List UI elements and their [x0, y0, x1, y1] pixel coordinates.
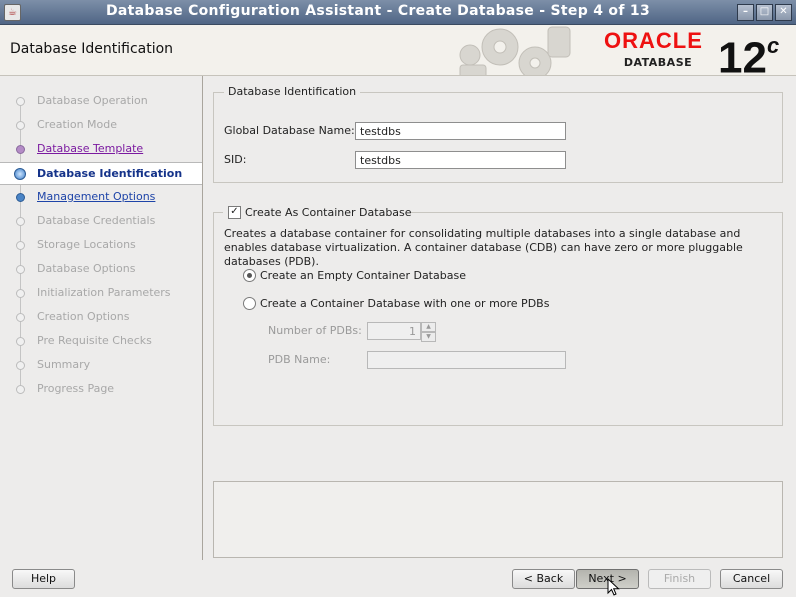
step-progress-page: Progress Page: [0, 378, 202, 400]
container-checkbox[interactable]: ✓: [228, 206, 241, 219]
pdbs-container-label[interactable]: Create a Container Database with one or …: [260, 297, 549, 310]
finish-button[interactable]: Finish: [648, 569, 711, 589]
window-title: Database Configuration Assistant - Creat…: [105, 3, 650, 19]
step-label: Creation Options: [37, 310, 130, 323]
step-pre-requisite-checks: Pre Requisite Checks: [0, 330, 202, 352]
version-number: 12: [718, 33, 767, 76]
step-label: Summary: [37, 358, 91, 371]
pdb-name-label: PDB Name:: [268, 353, 331, 366]
minimize-icon[interactable]: –: [737, 4, 754, 21]
step-storage-locations: Storage Locations: [0, 234, 202, 256]
identification-legend: Database Identification: [224, 85, 361, 98]
page-header: Database Identification ORACLE DATABASE …: [0, 25, 796, 76]
step-creation-mode: Creation Mode: [0, 114, 202, 136]
step-creation-options: Creation Options: [0, 306, 202, 328]
step-indicator-icon: [16, 385, 25, 394]
step-indicator-icon: [16, 241, 25, 250]
brand-word: ORACLE: [604, 28, 703, 53]
global-name-label: Global Database Name:: [224, 124, 355, 137]
num-pdbs-spinner[interactable]: ▲ ▼: [421, 322, 436, 342]
step-label: Database Identification: [37, 167, 183, 180]
oracle-logo: ORACLE DATABASE: [604, 29, 712, 71]
step-database-template[interactable]: Database Template: [0, 138, 202, 160]
step-database-identification: Database Identification: [0, 162, 202, 185]
step-database-operation: Database Operation: [0, 90, 202, 112]
spinner-up-icon[interactable]: ▲: [421, 322, 436, 332]
version-suffix: c: [766, 33, 780, 58]
java-cup-icon[interactable]: ☕: [4, 4, 21, 21]
back-button[interactable]: < Back: [512, 569, 575, 589]
step-indicator-icon: [14, 168, 26, 180]
step-initialization-parameters: Initialization Parameters: [0, 282, 202, 304]
help-button[interactable]: Help: [12, 569, 75, 589]
step-label: Database Template: [37, 142, 144, 155]
step-summary: Summary: [0, 354, 202, 376]
step-label: Progress Page: [37, 382, 115, 395]
gears-banner-icon: [459, 26, 571, 75]
container-description: Creates a database container for consoli…: [224, 227, 743, 268]
message-area: [213, 481, 783, 558]
step-label: Database Operation: [37, 94, 148, 107]
page-title: Database Identification: [10, 41, 174, 57]
container-checkbox-label[interactable]: Create As Container Database: [245, 206, 412, 219]
sid-field[interactable]: testdbs: [355, 151, 566, 169]
step-navigation: Database Operation Creation Mode Database …: [0, 76, 203, 560]
step-indicator-icon: [16, 121, 25, 130]
step-indicator-icon: [16, 145, 25, 154]
num-pdbs-field[interactable]: 1: [367, 322, 421, 340]
step-database-options: Database Options: [0, 258, 202, 280]
step-label: Initialization Parameters: [37, 286, 171, 299]
empty-container-label[interactable]: Create an Empty Container Database: [260, 269, 466, 282]
step-label: Storage Locations: [37, 238, 136, 251]
step-indicator-icon: [16, 337, 25, 346]
step-database-credentials: Database Credentials: [0, 210, 202, 232]
step-indicator-icon: [16, 193, 25, 202]
step-label: Creation Mode: [37, 118, 118, 131]
step-label: Pre Requisite Checks: [37, 334, 152, 347]
step-indicator-icon: [16, 289, 25, 298]
maximize-icon[interactable]: □: [756, 4, 773, 21]
step-indicator-icon: [16, 217, 25, 226]
pdbs-container-radio[interactable]: [243, 297, 256, 310]
pdb-name-field[interactable]: [367, 351, 566, 369]
sid-label: SID:: [224, 153, 247, 166]
step-label: Database Options: [37, 262, 136, 275]
cancel-button[interactable]: Cancel: [720, 569, 783, 589]
brand-sub: DATABASE: [623, 56, 693, 69]
step-indicator-icon: [16, 97, 25, 106]
step-indicator-icon: [16, 361, 25, 370]
mouse-pointer-icon: [607, 578, 620, 596]
step-label: Management Options: [37, 190, 156, 203]
version-logo: 12c: [718, 25, 780, 76]
close-icon[interactable]: ✕: [775, 4, 792, 21]
num-pdbs-label: Number of PDBs:: [268, 324, 362, 337]
step-indicator-icon: [16, 313, 25, 322]
step-management-options[interactable]: Management Options: [0, 186, 202, 208]
global-name-field[interactable]: testdbs: [355, 122, 566, 140]
empty-container-radio[interactable]: [243, 269, 256, 282]
step-label: Database Credentials: [37, 214, 156, 227]
step-indicator-icon: [16, 265, 25, 274]
spinner-down-icon[interactable]: ▼: [421, 332, 436, 342]
window-titlebar: ☕ Database Configuration Assistant - Cre…: [0, 0, 796, 25]
